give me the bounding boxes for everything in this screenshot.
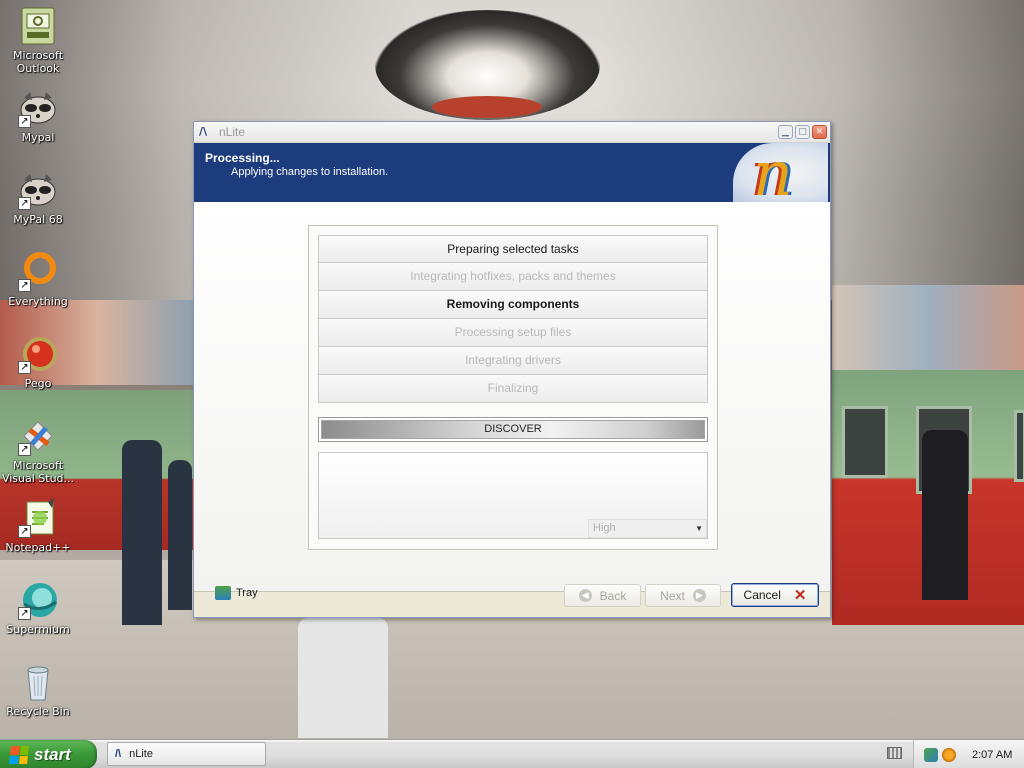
nlite-app-icon: /\	[199, 125, 208, 138]
search-icon[interactable]	[942, 747, 956, 762]
desktop-icon-label: Everything	[8, 295, 68, 308]
cancel-label: Cancel	[743, 588, 781, 602]
step-item: Removing components	[318, 291, 708, 319]
window-titlebar[interactable]: /\ nLite ▁ □ ✕	[194, 122, 830, 143]
start-label: start	[34, 744, 71, 764]
shortcut-arrow-icon: ↗	[18, 361, 31, 374]
wizard-header: Processing... Applying changes to instal…	[194, 143, 830, 202]
step-list: Preparing selected tasks Integrating hot…	[318, 235, 708, 403]
progress-fill: DISCOVER	[321, 420, 705, 439]
everything-icon: ↗	[18, 252, 58, 292]
next-arrow-icon: ▶	[692, 589, 706, 602]
mypal-icon: ↗	[18, 88, 58, 128]
next-label: Next	[660, 588, 685, 603]
wallpaper-chandelier-base	[432, 96, 542, 118]
taskbar-item-label: nLite	[129, 748, 153, 760]
shortcut-arrow-icon: ↗	[18, 115, 31, 128]
log-area: High ▼	[318, 452, 708, 539]
desktop-icon-mypal[interactable]: ↗ Mypal	[0, 88, 76, 144]
chevron-down-icon: ▼	[695, 524, 703, 533]
desktop-icon-label: Mypal	[21, 131, 55, 144]
priority-select[interactable]: High ▼	[588, 519, 707, 538]
notepadpp-icon: ↗	[18, 498, 58, 538]
desktop-icon-label: Recycle Bin	[6, 705, 70, 718]
recycle-bin-icon	[18, 662, 58, 702]
taskbar: start /\ nLite 2:07 AM	[0, 739, 1024, 768]
desktop-icon-notepadpp[interactable]: ↗ Notepad++	[0, 498, 76, 554]
supermium-icon: ↗	[18, 580, 58, 620]
desktop-icon-outlook[interactable]: Microsoft Outlook	[0, 6, 76, 75]
desktop-icon-label: Microsoft Visual Stud...	[1, 459, 75, 485]
keyboard-icon[interactable]	[887, 747, 902, 759]
system-tray: 2:07 AM	[913, 740, 1024, 768]
desktop-icon-everything[interactable]: ↗ Everything	[0, 252, 76, 308]
processing-panel: Preparing selected tasks Integrating hot…	[308, 225, 718, 550]
step-item: Integrating hotfixes, packs and themes	[318, 263, 708, 291]
desktop-icon-label: Supermium	[6, 623, 70, 636]
back-arrow-icon: ◀	[578, 589, 592, 602]
nlite-logo: n	[733, 143, 828, 202]
wallpaper-mural-right	[832, 285, 1024, 375]
desktop-icon-recycle-bin[interactable]: Recycle Bin	[0, 662, 76, 718]
start-button[interactable]: start	[0, 740, 97, 768]
visual-studio-icon: ↗	[18, 416, 58, 456]
shortcut-arrow-icon: ↗	[18, 607, 31, 620]
desktop-icon-label: Notepad++	[5, 541, 71, 554]
tray-label: Tray	[236, 587, 258, 599]
desktop-icon-label: Microsoft Outlook	[12, 49, 64, 75]
mypal68-icon: ↗	[18, 170, 58, 210]
pego-icon: ↗	[18, 334, 58, 374]
shortcut-arrow-icon: ↗	[18, 443, 31, 456]
desktop-icon-mypal68[interactable]: ↗ MyPal 68	[0, 170, 76, 226]
header-subtitle: Applying changes to installation.	[231, 166, 389, 178]
window-controls: ▁ □ ✕	[778, 125, 830, 139]
nlite-app-icon: /\	[115, 748, 122, 760]
nlite-window: /\ nLite ▁ □ ✕ Processing... Applying ch…	[193, 121, 831, 618]
desktop-icon-supermium[interactable]: ↗ Supermium	[0, 580, 76, 636]
windows-flag-icon	[9, 745, 29, 764]
cancel-button[interactable]: Cancel ✕	[731, 583, 819, 607]
close-button[interactable]: ✕	[812, 125, 827, 139]
shortcut-arrow-icon: ↗	[18, 197, 31, 210]
header-title: Processing...	[205, 151, 280, 165]
network-icon[interactable]	[924, 747, 938, 762]
desktop-icon-label: MyPal 68	[13, 213, 63, 226]
step-item: Finalizing	[318, 375, 708, 403]
outlook-icon	[18, 6, 58, 46]
next-button[interactable]: Next ▶	[645, 584, 721, 607]
back-label: Back	[599, 588, 627, 603]
step-item: Preparing selected tasks	[318, 235, 708, 263]
clock[interactable]: 2:07 AM	[972, 749, 1012, 761]
desktop-icon-pego[interactable]: ↗ Pego	[0, 334, 76, 390]
desktop-icon-visual-studio[interactable]: ↗ Microsoft Visual Stud...	[0, 416, 76, 485]
desktop-icon-label: Pego	[24, 377, 52, 390]
step-item: Integrating drivers	[318, 347, 708, 375]
progress-bar: DISCOVER	[318, 417, 708, 442]
maximize-button[interactable]: □	[795, 125, 810, 139]
tray-icon	[215, 586, 231, 600]
window-title: nLite	[219, 125, 246, 139]
shortcut-arrow-icon: ↗	[18, 279, 31, 292]
taskbar-item-nlite[interactable]: /\ nLite	[107, 742, 266, 766]
cancel-x-icon: ✕	[793, 587, 807, 604]
priority-value: High	[593, 522, 616, 534]
nlite-logo-letter: n	[753, 143, 793, 202]
back-button[interactable]: ◀ Back	[564, 584, 641, 607]
shortcut-arrow-icon: ↗	[18, 525, 31, 538]
minimize-button[interactable]: ▁	[778, 125, 793, 139]
tray-button[interactable]: Tray	[215, 586, 258, 600]
step-item: Processing setup files	[318, 319, 708, 347]
